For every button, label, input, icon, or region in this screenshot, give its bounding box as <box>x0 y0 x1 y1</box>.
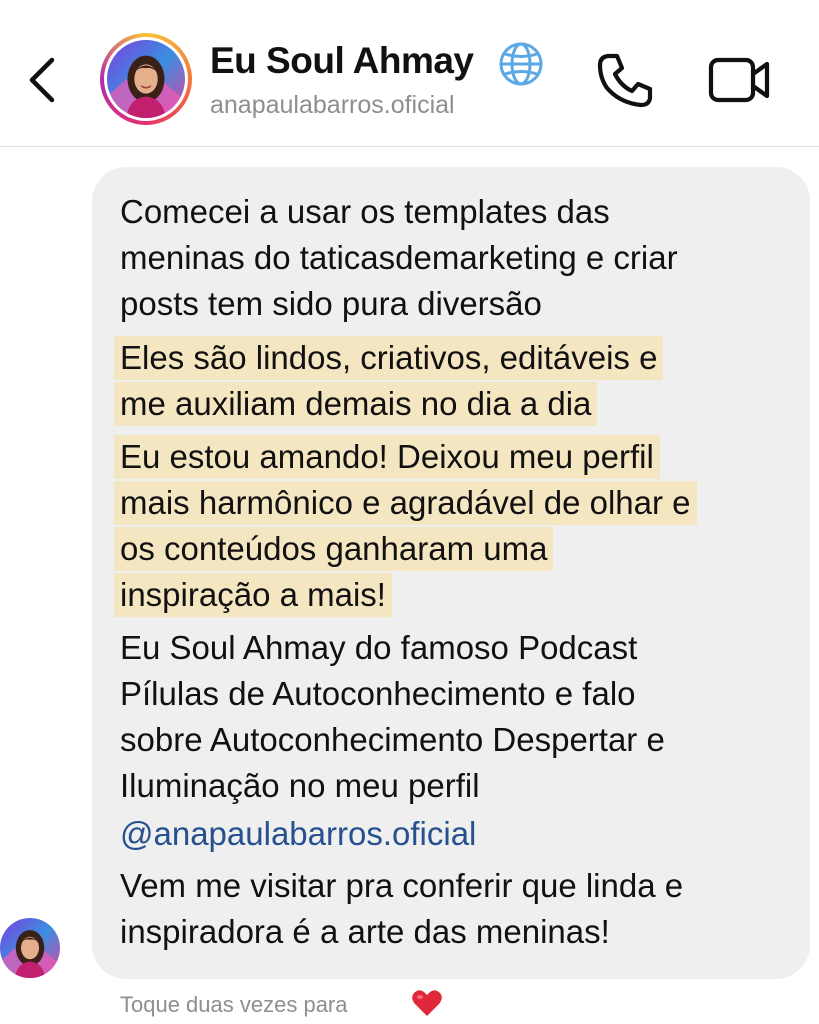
video-camera-icon <box>708 57 770 103</box>
voice-call-button[interactable] <box>594 50 656 110</box>
message-line: posts tem sido pura diversão <box>120 285 542 322</box>
back-button[interactable] <box>20 50 64 110</box>
heart-icon[interactable] <box>410 986 444 1020</box>
sender-avatar[interactable] <box>0 918 60 978</box>
globe-icon <box>499 42 543 86</box>
message-line-highlighted: mais harmônico e agradável de olhar e <box>114 481 697 525</box>
video-call-button[interactable] <box>706 52 772 108</box>
message-line: Pílulas de Autoconhecimento e falo <box>120 675 636 712</box>
message-line: inspiradora é a arte das meninas! <box>120 913 610 950</box>
avatar-photo <box>0 918 60 978</box>
message-line-highlighted: me auxiliam demais no dia a dia <box>114 382 598 426</box>
profile-avatar[interactable] <box>100 33 192 125</box>
avatar-photo <box>107 40 185 118</box>
profile-handle[interactable]: anapaulabarros.oficial <box>210 91 455 120</box>
message-line-highlighted: Eu estou amando! Deixou meu perfil <box>114 435 660 479</box>
message-line: sobre Autoconhecimento Despertar e <box>120 721 665 758</box>
mention-link[interactable]: @anapaulabarros.oficial <box>120 812 476 856</box>
reaction-hint: Toque duas vezes para <box>120 992 348 1017</box>
message-line-highlighted: os conteúdos ganharam uma <box>114 527 554 571</box>
profile-name[interactable]: Eu Soul Ahmay <box>210 40 474 82</box>
message-line: Comecei a usar os templates das <box>120 193 610 230</box>
message-line: meninas do taticasdemarketing e criar <box>120 239 678 276</box>
message-line: Iluminação no meu perfil <box>120 767 480 804</box>
message-line-highlighted: Eles são lindos, criativos, editáveis e <box>114 336 664 380</box>
chat-header: Eu Soul Ahmay anapaulabarros.oficial <box>0 0 819 147</box>
message-line-highlighted: inspiração a mais! <box>114 573 392 617</box>
phone-icon <box>597 53 653 108</box>
chevron-left-icon <box>29 57 55 103</box>
message-line: Vem me visitar pra conferir que linda e <box>120 867 684 904</box>
message-line: Eu Soul Ahmay do famoso Podcast <box>120 629 638 666</box>
